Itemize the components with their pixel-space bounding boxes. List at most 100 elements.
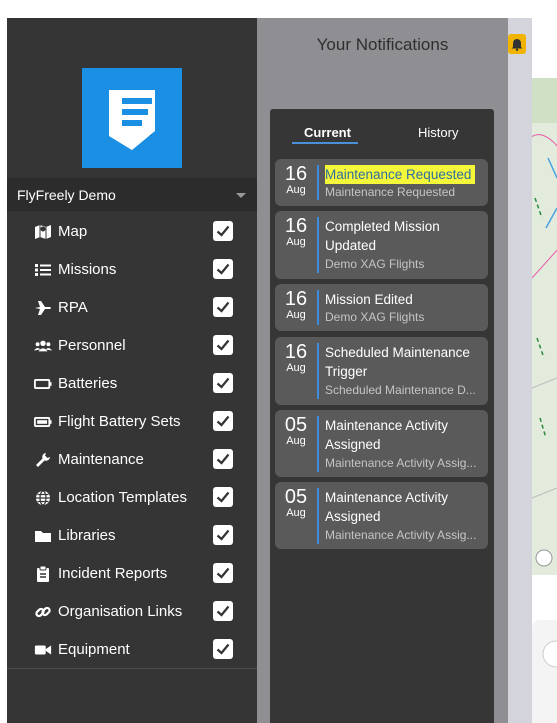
personnel-visibility-checkbox[interactable]: [213, 335, 233, 355]
notification-subtitle: Demo XAG Flights: [325, 310, 425, 324]
sidebar-item-batteries[interactable]: Batteries: [7, 365, 257, 403]
notification-date: 16 Aug: [275, 342, 317, 374]
sidebar-item-label: Equipment: [58, 641, 130, 658]
sidebar-item-location-templates[interactable]: Location Templates: [7, 479, 257, 517]
notification-subtitle: Maintenance Activity Assig...: [325, 456, 477, 470]
notification-date: 16 Aug: [275, 164, 317, 196]
map-view[interactable]: [532, 78, 557, 575]
sidebar-item-label: RPA: [58, 299, 88, 316]
notification-date: 16 Aug: [275, 289, 317, 321]
sidebar-divider: [7, 668, 257, 669]
wrench-icon: [34, 451, 52, 469]
sidebar-item-flight-battery-sets[interactable]: Flight Battery Sets: [7, 403, 257, 441]
sidebar-item-organisation-links[interactable]: Organisation Links: [7, 593, 257, 631]
notification-subtitle: Demo XAG Flights: [325, 257, 425, 271]
sidebar-item-rpa[interactable]: RPA: [7, 289, 257, 327]
sidebar-item-personnel[interactable]: Personnel: [7, 327, 257, 365]
notification-item[interactable]: 16 Aug Mission Edited Demo XAG Flights: [275, 284, 488, 331]
notification-item[interactable]: 16 Aug Completed Mission Updated Demo XA…: [275, 211, 488, 279]
rpa-visibility-checkbox[interactable]: [213, 297, 233, 317]
notification-month: Aug: [286, 184, 306, 196]
notification-item[interactable]: 05 Aug Maintenance Activity Assigned Mai…: [275, 410, 488, 477]
sidebar-item-label: Flight Battery Sets: [58, 413, 181, 430]
notification-accent-bar: [317, 488, 319, 544]
globe-icon: [34, 489, 52, 507]
battery-full-icon: [34, 413, 52, 431]
chevron-down-icon: [236, 193, 246, 198]
notification-day: 05: [284, 414, 308, 436]
sidebar-item-label: Map: [58, 223, 88, 240]
notification-month: Aug: [286, 309, 306, 321]
sidebar: FlyFreely Demo Map Missions RPA Personne…: [7, 18, 257, 723]
notification-day: 16: [284, 163, 308, 185]
sidebar-item-label: Maintenance: [58, 451, 144, 468]
sidebar-item-maintenance[interactable]: Maintenance: [7, 441, 257, 479]
notification-item[interactable]: 05 Aug Maintenance Activity Assigned Mai…: [275, 482, 488, 549]
notification-accent-bar: [317, 343, 319, 399]
notification-date: 05 Aug: [275, 415, 317, 447]
video-camera-icon: [34, 641, 52, 659]
notification-title: Maintenance Requested: [325, 165, 476, 184]
battery-icon: [34, 375, 52, 393]
equipment-visibility-checkbox[interactable]: [213, 639, 233, 659]
sidebar-item-label: Organisation Links: [58, 603, 183, 620]
link-icon: [34, 603, 52, 621]
notification-item[interactable]: 16 Aug Scheduled Maintenance Trigger Sch…: [275, 337, 488, 405]
missions-visibility-checkbox[interactable]: [213, 259, 233, 279]
sidebar-item-label: Libraries: [58, 527, 116, 544]
list-icon: [34, 261, 52, 279]
flyfreely-logo: [82, 68, 182, 168]
notification-month: Aug: [286, 362, 306, 374]
sidebar-item-incident-reports[interactable]: Incident Reports: [7, 555, 257, 593]
notifications-panel: Your Notifications Current History 16 Au…: [257, 18, 508, 723]
sidebar-item-libraries[interactable]: Libraries: [7, 517, 257, 555]
notification-date: 16 Aug: [275, 216, 317, 248]
notification-title: Maintenance Activity Assigned: [325, 490, 449, 524]
notification-item[interactable]: 16 Aug Maintenance Requested Maintenance…: [275, 159, 488, 206]
notification-bell-icon[interactable]: [508, 34, 526, 54]
notification-day: 16: [284, 288, 308, 310]
notifications-list-card: Current History 16 Aug Maintenance Reque…: [270, 109, 494, 723]
organisation-selector[interactable]: FlyFreely Demo: [7, 178, 257, 211]
location-templates-visibility-checkbox[interactable]: [213, 487, 233, 507]
batteries-visibility-checkbox[interactable]: [213, 373, 233, 393]
incident-reports-visibility-checkbox[interactable]: [213, 563, 233, 583]
notification-subtitle: Maintenance Requested: [325, 185, 456, 199]
organisation-links-visibility-checkbox[interactable]: [213, 601, 233, 621]
notification-month: Aug: [286, 507, 306, 519]
sidebar-item-equipment[interactable]: Equipment: [7, 631, 257, 669]
tab-current[interactable]: Current: [304, 125, 351, 140]
sidebar-item-label: Batteries: [58, 375, 118, 392]
notification-accent-bar: [317, 416, 319, 472]
sidebar-item-label: Personnel: [58, 337, 126, 354]
notification-accent-bar: [317, 290, 319, 325]
maintenance-visibility-checkbox[interactable]: [213, 449, 233, 469]
sidebar-menu: Map Missions RPA Personnel Batteries Fli…: [7, 213, 257, 669]
notification-day: 16: [284, 341, 308, 363]
sidebar-item-map[interactable]: Map: [7, 213, 257, 251]
libraries-visibility-checkbox[interactable]: [213, 525, 233, 545]
users-icon: [34, 337, 52, 355]
map-visibility-checkbox[interactable]: [213, 221, 233, 241]
tab-history[interactable]: History: [418, 125, 458, 140]
notification-month: Aug: [286, 236, 306, 248]
folder-icon: [34, 527, 52, 545]
notification-date: 05 Aug: [275, 487, 317, 519]
sidebar-item-label: Incident Reports: [58, 565, 168, 582]
plane-icon: [34, 299, 52, 317]
sidebar-item-label: Missions: [58, 261, 117, 278]
notification-title: Maintenance Activity Assigned: [325, 418, 449, 452]
notification-title: Mission Edited: [325, 292, 413, 307]
notification-day: 16: [284, 215, 308, 237]
clipboard-icon: [34, 565, 52, 583]
sidebar-item-missions[interactable]: Missions: [7, 251, 257, 289]
notification-accent-bar: [317, 165, 319, 200]
sidebar-item-label: Location Templates: [58, 489, 187, 506]
notifications-title: Your Notifications: [316, 35, 449, 54]
notification-day: 05: [284, 486, 308, 508]
map-controls-card: [532, 620, 557, 723]
notification-title: Scheduled Maintenance Trigger: [325, 345, 470, 379]
active-tab-indicator: [292, 142, 358, 144]
flight-battery-sets-visibility-checkbox[interactable]: [213, 411, 233, 431]
map-icon: [34, 223, 52, 241]
